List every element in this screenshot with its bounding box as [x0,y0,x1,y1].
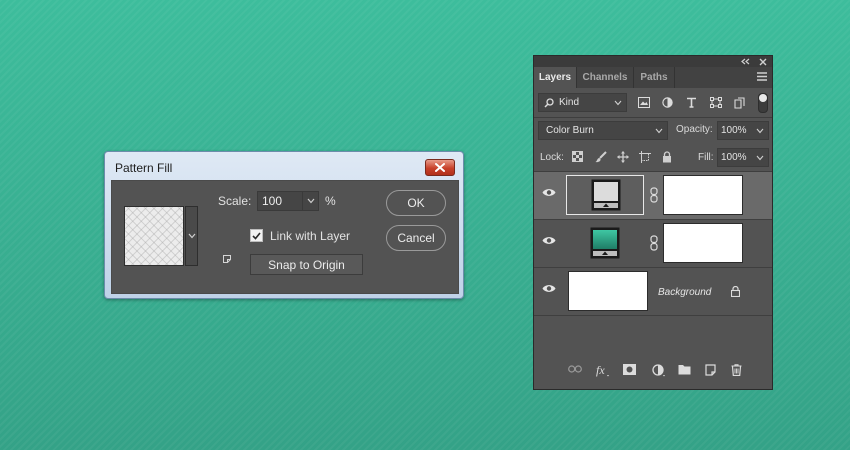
link-chain-icon[interactable] [650,187,658,203]
panel-tabs: Layers Channels Paths [534,67,772,88]
dialog-body: Scale: 100 % Link with Layer Snap to Ori… [111,180,459,294]
pattern-fill-dialog: Pattern Fill Scale: 100 % Link with Laye… [104,151,464,299]
new-layer-icon[interactable] [705,364,716,376]
pattern-fill-thumbnail[interactable] [566,175,644,215]
cancel-button[interactable]: Cancel [386,225,446,251]
fill-label: Fill: [698,152,714,163]
smart-object-filter-icon[interactable] [734,97,745,109]
fill-value[interactable]: 100% [721,152,747,163]
layer-row-background[interactable]: Background [534,268,772,316]
search-icon [544,97,554,108]
close-button[interactable] [425,159,455,176]
new-group-folder-icon[interactable] [678,364,691,375]
close-icon [435,163,445,172]
scale-input[interactable]: 100 [257,191,319,211]
panel-menu-icon[interactable] [757,72,767,81]
shape-layer-filter-icon[interactable] [710,97,722,108]
filter-toggle-knob [759,94,767,102]
type-layer-filter-icon[interactable] [686,97,697,108]
filter-kind-select[interactable]: Kind [538,93,627,112]
chevron-down-icon [756,128,764,133]
filter-kind-value: Kind [559,97,580,108]
lock-position-icon[interactable] [617,151,629,163]
pattern-picker-dropdown[interactable] [185,206,198,266]
blend-mode-value: Color Burn [546,125,594,136]
lock-icon [731,286,740,297]
opacity-value[interactable]: 100% [721,125,747,136]
adjustment-layer-filter-icon[interactable] [662,97,673,108]
link-chain-icon[interactable] [650,235,658,251]
delete-layer-trash-icon[interactable] [731,364,742,376]
background-thumbnail[interactable] [568,271,648,311]
add-mask-icon[interactable] [623,364,636,375]
chevron-down-icon [614,100,622,105]
gradient-fill-thumbnail[interactable] [566,223,644,263]
ok-button[interactable]: OK [386,190,446,216]
gradient-fill-layer-icon [590,227,620,259]
scale-label: Scale: [218,194,252,208]
opacity-label: Opacity: [676,124,713,135]
lock-label: Lock: [540,152,564,163]
divider [534,117,772,118]
percent-label: % [325,194,336,208]
link-layers-icon[interactable] [568,364,582,374]
checkmark-icon [252,231,261,240]
new-adjustment-layer-icon[interactable] [652,364,666,377]
visibility-eye-icon[interactable] [542,188,556,197]
layer-row-pattern-fill[interactable] [534,172,772,220]
tab-layers[interactable]: Layers [534,67,577,88]
pattern-preview-swatch[interactable] [124,206,184,266]
snap-to-origin-button[interactable]: Snap to Origin [250,254,363,275]
scale-dropdown[interactable] [302,192,318,210]
link-with-layer-checkbox[interactable] [250,229,263,242]
pattern-fill-layer-icon [591,179,621,211]
collapse-icon[interactable] [740,58,750,65]
close-icon[interactable] [759,58,767,66]
pixel-layer-filter-icon[interactable] [638,97,650,108]
chevron-down-icon [756,155,764,160]
layer-row-gradient-fill[interactable] [534,220,772,268]
new-preset-icon [223,255,231,263]
lock-transparent-pixels-icon[interactable] [572,151,583,162]
tab-channels[interactable]: Channels [577,67,634,88]
lock-all-icon[interactable] [662,151,672,163]
blend-mode-select[interactable]: Color Burn [538,121,668,140]
visibility-eye-icon[interactable] [542,236,556,245]
chevron-down-icon [655,128,663,133]
scale-value[interactable]: 100 [258,194,302,208]
visibility-eye-icon[interactable] [542,284,556,293]
svg-text:fx: fx [596,363,605,377]
tab-paths[interactable]: Paths [634,67,675,88]
opacity-input[interactable]: 100% [717,121,769,140]
link-with-layer-label: Link with Layer [270,229,351,243]
layer-mask-thumbnail[interactable] [663,175,743,215]
panel-title-bar [534,56,772,67]
layer-mask-thumbnail[interactable] [663,223,743,263]
dialog-title: Pattern Fill [115,161,173,175]
new-preset-button[interactable] [222,251,232,269]
layers-panel: Layers Channels Paths Kind Color Burn Op… [533,55,773,390]
layer-style-fx-icon[interactable]: fx [596,363,610,377]
prevent-autonest-icon[interactable] [639,151,651,163]
chevron-down-icon [307,198,315,204]
filter-toggle-switch[interactable] [758,93,768,113]
layers-bottom-toolbar: fx [534,361,772,381]
chevron-down-icon [188,233,195,239]
lock-image-pixels-icon[interactable] [595,151,607,163]
layer-name[interactable]: Background [658,287,711,298]
fill-input[interactable]: 100% [717,148,769,167]
